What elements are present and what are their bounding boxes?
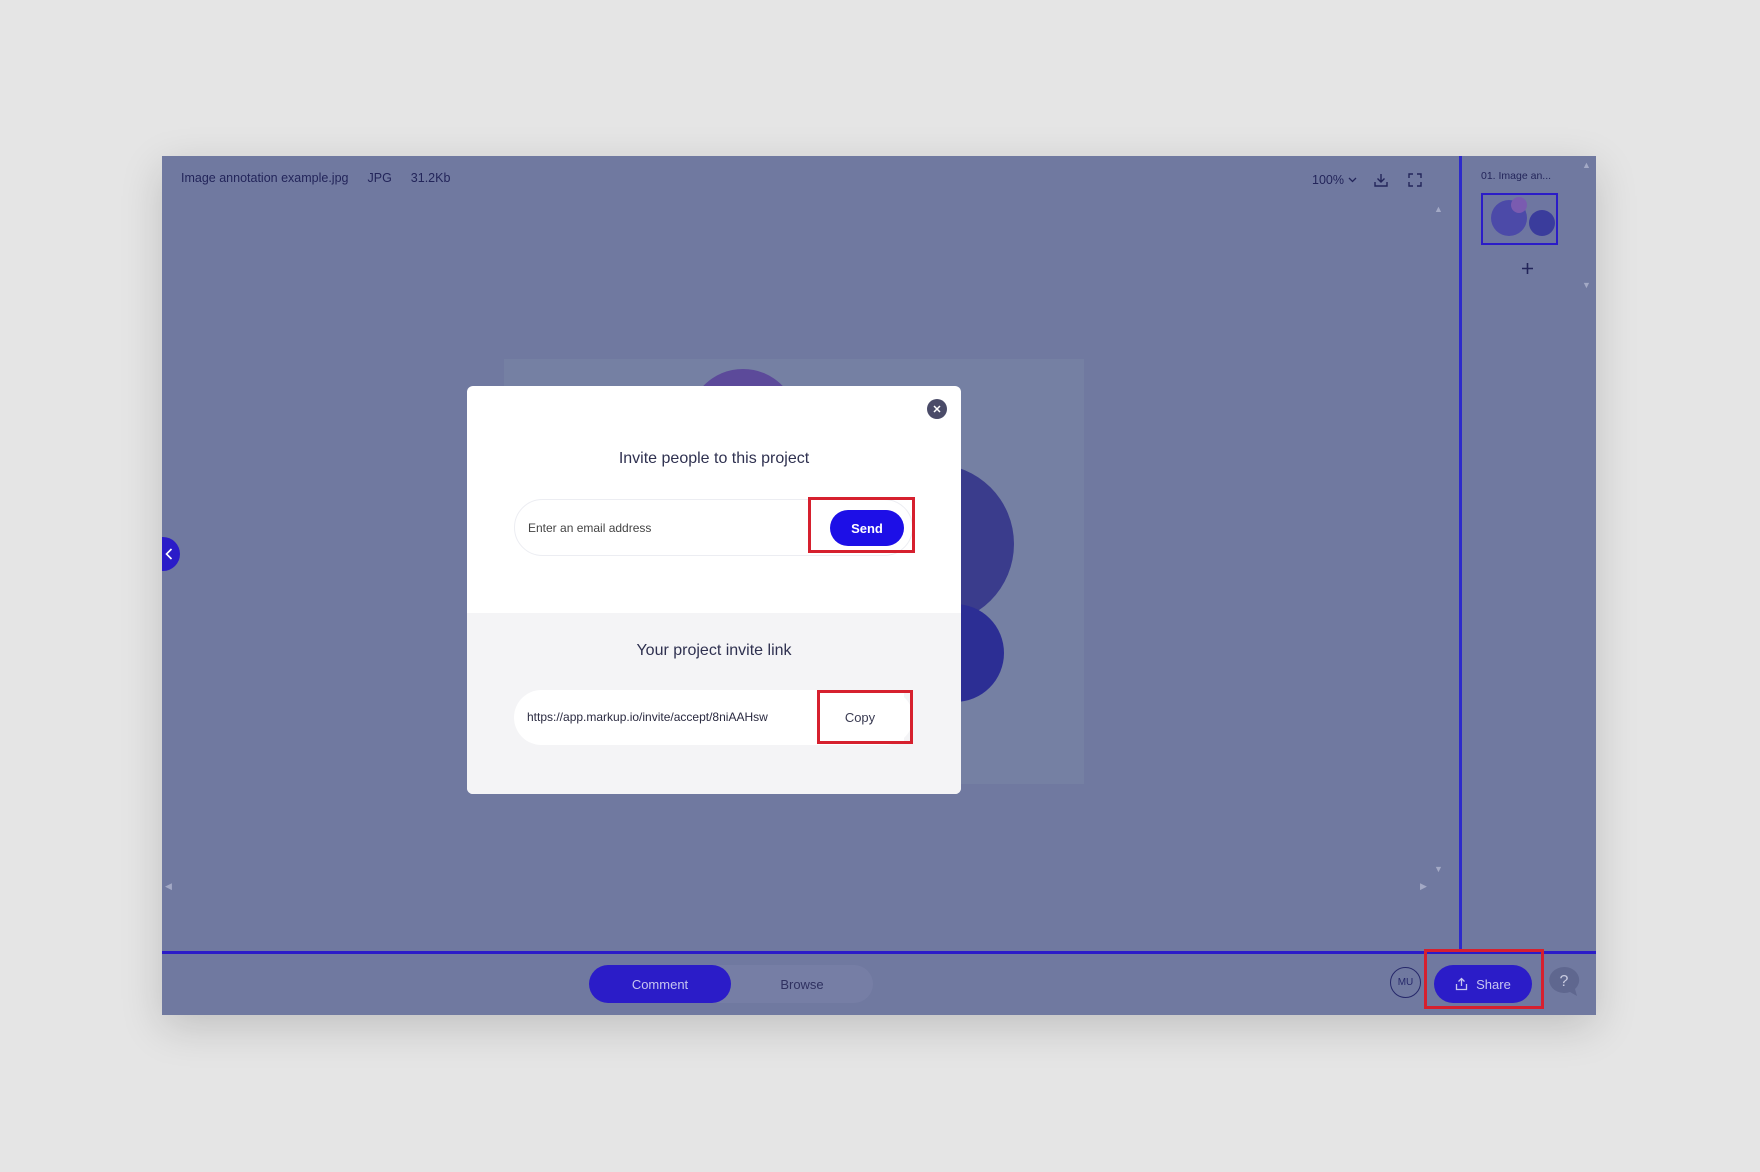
chevron-left-icon bbox=[165, 548, 173, 560]
invite-link-row: https://app.markup.io/invite/accept/8niA… bbox=[514, 690, 913, 745]
thumbnail-circle bbox=[1529, 210, 1555, 236]
file-name: Image annotation example.jpg bbox=[181, 171, 349, 185]
share-icon bbox=[1455, 977, 1468, 991]
page-item-label: 01. Image an... bbox=[1481, 170, 1552, 182]
invite-link-title: Your project invite link bbox=[636, 642, 792, 659]
fullscreen-icon bbox=[1408, 173, 1422, 187]
collapse-sidebar-button[interactable] bbox=[162, 537, 180, 571]
mode-toggle: Comment Browse bbox=[589, 965, 873, 1003]
zoom-level: 100% bbox=[1312, 173, 1344, 187]
download-icon bbox=[1374, 174, 1388, 187]
file-type: JPG bbox=[367, 171, 392, 185]
comment-mode-button[interactable]: Comment bbox=[589, 965, 731, 1003]
help-button[interactable]: ? bbox=[1546, 964, 1582, 1000]
add-page-button[interactable] bbox=[1521, 259, 1534, 280]
thumbnail-circle bbox=[1511, 197, 1527, 213]
viewer-toolbar: 100% bbox=[1312, 170, 1425, 190]
zoom-dropdown[interactable]: 100% bbox=[1312, 173, 1357, 187]
invite-modal: Invite people to this project Send Your … bbox=[467, 386, 961, 794]
invite-link-section: Your project invite link https://app.mar… bbox=[467, 613, 961, 794]
scroll-down-icon[interactable]: ▼ bbox=[1434, 864, 1443, 874]
svg-text:?: ? bbox=[1560, 973, 1569, 990]
email-field[interactable] bbox=[528, 500, 808, 555]
chevron-down-icon bbox=[1348, 177, 1357, 183]
modal-close-button[interactable] bbox=[927, 399, 947, 419]
browse-mode-button[interactable]: Browse bbox=[731, 965, 873, 1003]
download-button[interactable] bbox=[1371, 170, 1391, 190]
modal-title: Invite people to this project bbox=[618, 450, 810, 467]
scroll-up-icon[interactable]: ▲ bbox=[1434, 204, 1443, 214]
pages-panel: 01. Image an... ▲ ▼ bbox=[1462, 156, 1596, 953]
scroll-left-icon[interactable]: ◀ bbox=[165, 881, 172, 892]
invite-link[interactable]: https://app.markup.io/invite/accept/8niA… bbox=[527, 690, 768, 745]
panel-scroll-down-icon[interactable]: ▼ bbox=[1582, 280, 1591, 290]
avatar[interactable]: MU bbox=[1390, 967, 1421, 998]
copy-button[interactable]: Copy bbox=[816, 693, 904, 742]
question-chat-icon: ? bbox=[1549, 966, 1580, 996]
fullscreen-button[interactable] bbox=[1405, 170, 1425, 190]
file-size: 31.2Kb bbox=[410, 171, 451, 185]
share-button[interactable]: Share bbox=[1434, 965, 1532, 1003]
bottom-bar: Comment Browse MU Share ? bbox=[162, 951, 1596, 1015]
send-button[interactable]: Send bbox=[830, 510, 904, 546]
share-label: Share bbox=[1476, 976, 1511, 992]
file-meta: Image annotation example.jpg JPG 31.2Kb bbox=[181, 171, 450, 185]
plus-icon bbox=[1522, 263, 1533, 274]
page-thumbnail[interactable] bbox=[1481, 193, 1558, 245]
close-icon bbox=[933, 405, 941, 413]
panel-scroll-up-icon[interactable]: ▲ bbox=[1582, 160, 1591, 170]
scroll-right-icon[interactable]: ▶ bbox=[1420, 881, 1427, 892]
